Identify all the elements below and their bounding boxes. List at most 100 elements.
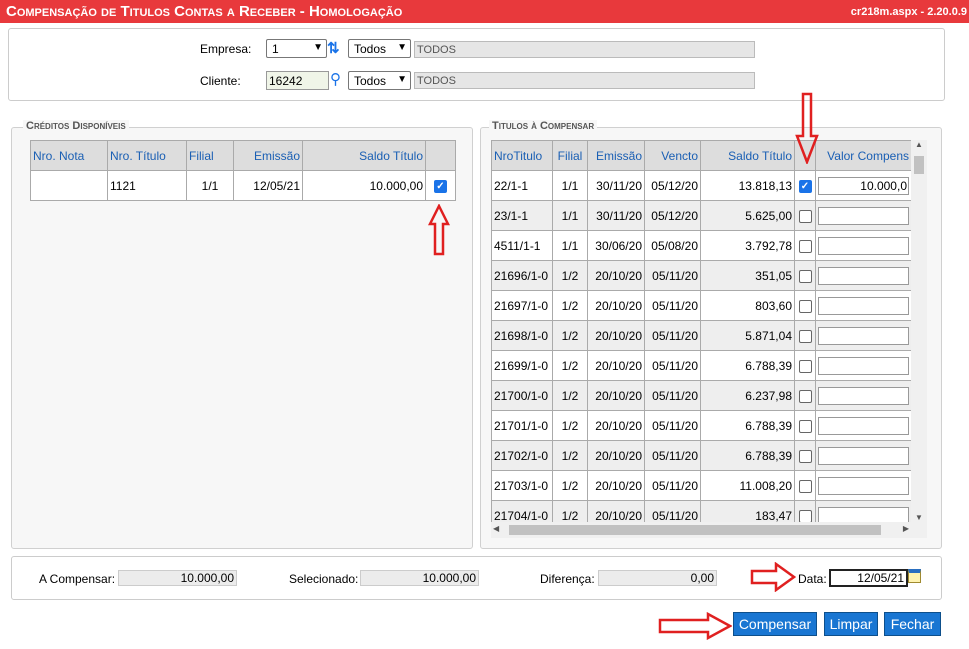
- cell-emissao: 12/05/21: [233, 170, 303, 201]
- cell-nrotitulo: 21696/1-0: [491, 260, 553, 291]
- row-checkbox-cell: ✓: [425, 170, 456, 201]
- cell-vencto: 05/11/20: [644, 290, 701, 321]
- valor-compens-input[interactable]: 10.000,0: [818, 176, 909, 195]
- data-label: Data:: [798, 572, 827, 586]
- col-vencto[interactable]: Vencto: [644, 140, 701, 171]
- data-input[interactable]: 12/05/21: [829, 569, 908, 587]
- table-row[interactable]: 21698/1-0 1/2 20/10/20 05/11/20 5.871,04: [491, 320, 912, 351]
- valor-compens-input[interactable]: [818, 356, 909, 375]
- row-checkbox-cell: ✓: [794, 170, 816, 201]
- cell-nrotitulo: 23/1-1: [491, 200, 553, 231]
- row-checkbox[interactable]: ✓: [434, 179, 447, 193]
- table-row[interactable]: 21696/1-0 1/2 20/10/20 05/11/20 351,05: [491, 260, 912, 291]
- row-checkbox-cell: [794, 350, 816, 381]
- cell-nota: [30, 170, 108, 201]
- cell-nrotitulo: 21701/1-0: [491, 410, 553, 441]
- empresa-scope-select[interactable]: Todos ▼: [348, 39, 411, 58]
- valor-compens-input[interactable]: [818, 386, 909, 405]
- cell-filial: 1/2: [552, 350, 588, 381]
- scroll-right-icon[interactable]: ▶: [903, 524, 909, 533]
- cliente-scope-select[interactable]: Todos ▼: [348, 71, 411, 90]
- cell-saldo: 6.788,39: [700, 440, 795, 471]
- col-filial[interactable]: Filial: [552, 140, 588, 171]
- table-row[interactable]: 21701/1-0 1/2 20/10/20 05/11/20 6.788,39: [491, 410, 912, 441]
- row-checkbox[interactable]: [798, 509, 812, 523]
- valor-compens-input[interactable]: [818, 296, 909, 315]
- row-checkbox[interactable]: [798, 419, 812, 433]
- valor-compens-input[interactable]: [818, 446, 909, 465]
- valor-compens-input[interactable]: [818, 206, 909, 225]
- valor-compens-input[interactable]: [818, 326, 909, 345]
- diferenca-label: Diferença:: [540, 572, 595, 586]
- col-nrotitulo[interactable]: NroTitulo: [491, 140, 553, 171]
- creditos-legend: Créditos Disponíveis: [23, 120, 129, 132]
- col-nro-nota[interactable]: Nro. Nota: [30, 140, 108, 171]
- valor-compens-cell: [815, 290, 912, 321]
- scrollbar-thumb[interactable]: [509, 525, 881, 535]
- col-filial[interactable]: Filial: [186, 140, 234, 171]
- table-row[interactable]: 23/1-1 1/1 30/11/20 05/12/20 5.625,00: [491, 200, 912, 231]
- table-row[interactable]: 21697/1-0 1/2 20/10/20 05/11/20 803,60: [491, 290, 912, 321]
- cell-vencto: 05/11/20: [644, 260, 701, 291]
- table-row[interactable]: 1121 1/1 12/05/21 10.000,00 ✓: [30, 170, 456, 201]
- row-checkbox[interactable]: [798, 239, 812, 253]
- row-checkbox[interactable]: ✓: [798, 179, 812, 193]
- row-checkbox[interactable]: [798, 269, 812, 283]
- cell-filial: 1/2: [552, 380, 588, 411]
- cell-vencto: 05/11/20: [644, 440, 701, 471]
- table-row[interactable]: 4511/1-1 1/1 30/06/20 05/08/20 3.792,78: [491, 230, 912, 261]
- scroll-up-icon[interactable]: ▲: [915, 140, 923, 149]
- cell-nrotitulo: 21700/1-0: [491, 380, 553, 411]
- table-row[interactable]: 21699/1-0 1/2 20/10/20 05/11/20 6.788,39: [491, 350, 912, 381]
- row-checkbox[interactable]: [798, 209, 812, 223]
- row-checkbox[interactable]: [798, 359, 812, 373]
- cliente-input[interactable]: 16242: [266, 71, 329, 90]
- row-checkbox[interactable]: [798, 449, 812, 463]
- valor-compens-cell: [815, 200, 912, 231]
- scroll-down-icon[interactable]: ▼: [915, 513, 923, 522]
- cell-vencto: 05/12/20: [644, 200, 701, 231]
- cell-saldo: 6.788,39: [700, 350, 795, 381]
- row-checkbox[interactable]: [798, 329, 812, 343]
- title-bar: Compensação de Titulos Contas a Receber …: [0, 0, 969, 23]
- cell-nrotitulo: 21697/1-0: [491, 290, 553, 321]
- horizontal-scrollbar[interactable]: ◀ ▶: [491, 522, 927, 538]
- col-emissao[interactable]: Emissão: [233, 140, 303, 171]
- cell-filial: 1/1: [552, 200, 588, 231]
- row-checkbox[interactable]: [798, 479, 812, 493]
- table-row[interactable]: 21700/1-0 1/2 20/10/20 05/11/20 6.237,98: [491, 380, 912, 411]
- valor-compens-input[interactable]: [818, 476, 909, 495]
- chevron-down-icon: ▼: [397, 42, 407, 53]
- limpar-button[interactable]: Limpar: [824, 612, 878, 636]
- row-checkbox[interactable]: [798, 389, 812, 403]
- fechar-button[interactable]: Fechar: [884, 612, 941, 636]
- col-saldo-titulo[interactable]: Saldo Título: [700, 140, 795, 171]
- empresa-label: Empresa:: [200, 42, 252, 56]
- diferenca-value: 0,00: [598, 570, 717, 586]
- table-row[interactable]: 22/1-1 1/1 30/11/20 05/12/20 13.818,13 ✓ 10.00…: [491, 170, 912, 201]
- table-row[interactable]: 21702/1-0 1/2 20/10/20 05/11/20 6.788,39: [491, 440, 912, 471]
- scroll-left-icon[interactable]: ◀: [493, 524, 499, 533]
- col-nro-titulo[interactable]: Nro. Título: [107, 140, 187, 171]
- calendar-icon[interactable]: [908, 569, 921, 583]
- refresh-icon[interactable]: ⇅: [327, 39, 340, 57]
- scrollbar-thumb[interactable]: [914, 156, 924, 174]
- cell-emissao: 20/10/20: [587, 260, 645, 291]
- row-checkbox[interactable]: [798, 299, 812, 313]
- cell-saldo: 3.792,78: [700, 230, 795, 261]
- cell-vencto: 05/11/20: [644, 320, 701, 351]
- empresa-select[interactable]: 1 ▼: [266, 39, 327, 58]
- col-saldo-titulo[interactable]: Saldo Título: [302, 140, 426, 171]
- compensar-button[interactable]: Compensar: [733, 612, 817, 636]
- creditos-fieldset: Créditos Disponíveis Nro. Nota Nro. Títu…: [11, 120, 473, 549]
- vertical-scrollbar[interactable]: ▲ ▼: [911, 140, 927, 522]
- valor-compens-input[interactable]: [818, 266, 909, 285]
- table-header: NroTitulo Filial Emissão Vencto Saldo Tí…: [491, 140, 912, 171]
- valor-compens-input[interactable]: [818, 416, 909, 435]
- table-row[interactable]: 21703/1-0 1/2 20/10/20 05/11/20 11.008,20: [491, 470, 912, 501]
- search-icon[interactable]: ⚲: [330, 70, 341, 88]
- col-emissao[interactable]: Emissão: [587, 140, 645, 171]
- valor-compens-input[interactable]: [818, 236, 909, 255]
- cell-nrotitulo: 22/1-1: [491, 170, 553, 201]
- col-valor-compens[interactable]: Valor Compens: [815, 140, 912, 171]
